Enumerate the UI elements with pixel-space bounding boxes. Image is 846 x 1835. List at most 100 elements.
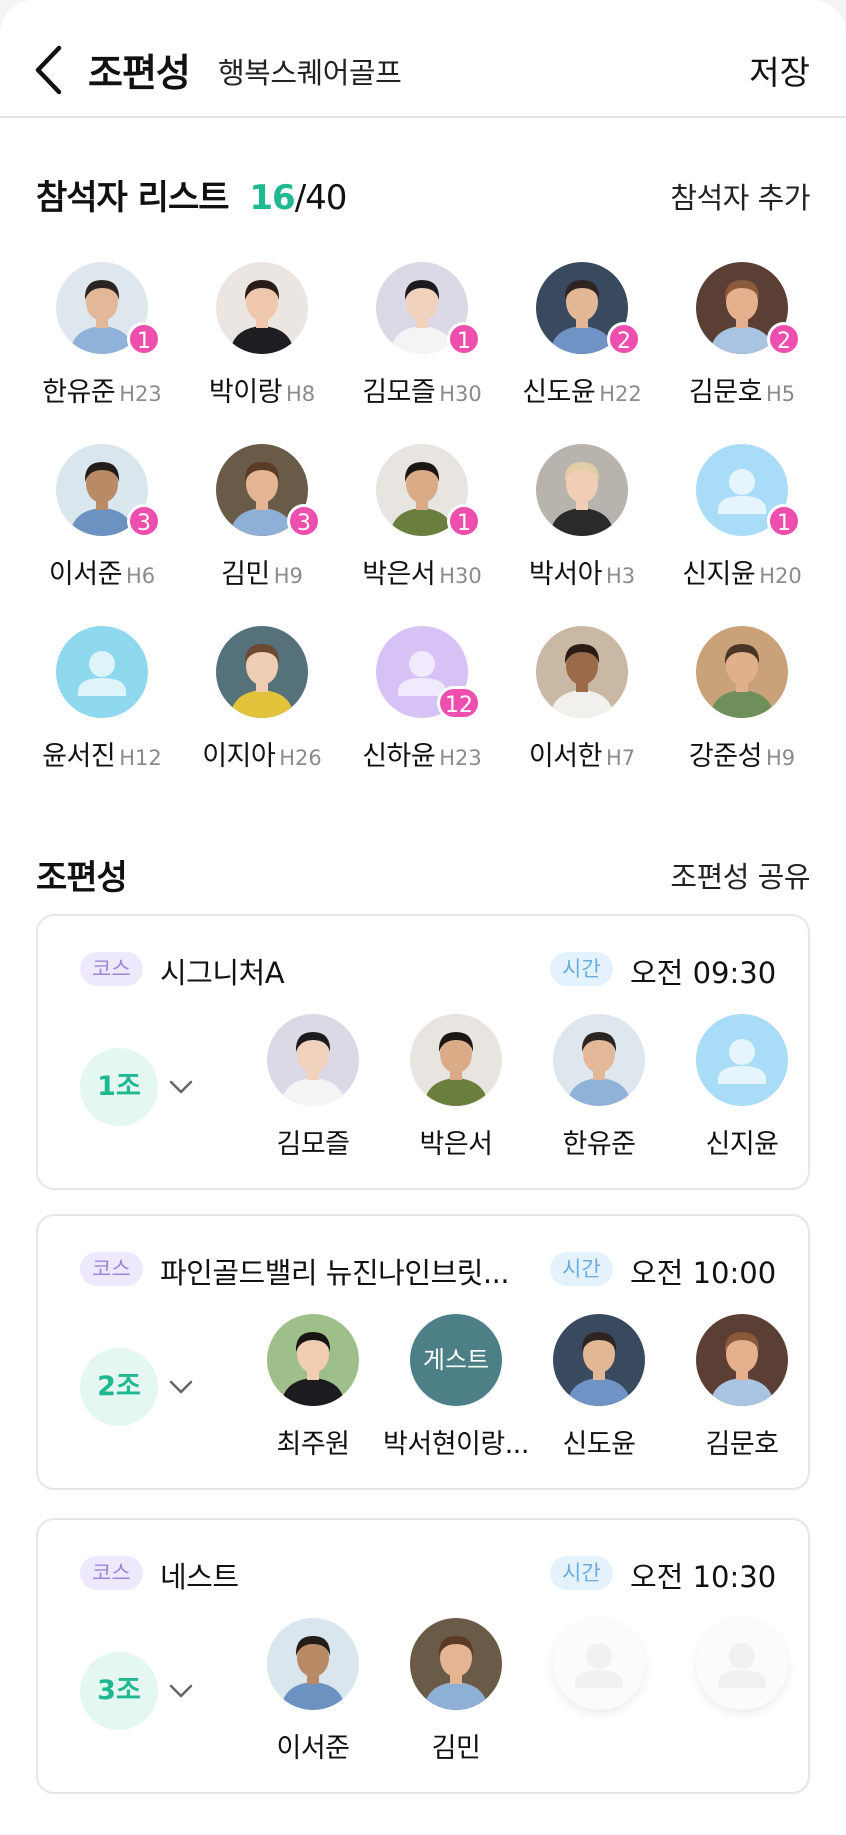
group-count-badge: 1 <box>767 504 801 538</box>
member-name: 신도윤 <box>562 1429 636 1460</box>
participant-item[interactable]: 박이랑 H8 <box>182 262 342 412</box>
time-tag: 시간 <box>550 1252 613 1286</box>
participant-list-title: 참석자 리스트 16/40 <box>36 170 348 219</box>
empty-slot[interactable] <box>553 1618 645 1710</box>
share-groups-button[interactable]: 조편성 공유 <box>670 854 810 896</box>
participant-label: 윤서진 H12 <box>22 734 182 773</box>
group-count-badge: 1 <box>447 322 481 356</box>
group-member[interactable]: 신지윤 <box>667 1014 817 1161</box>
participant-label: 신하윤 H23 <box>342 734 502 773</box>
group-member[interactable]: 김민 <box>381 1618 531 1765</box>
participant-name: 박은서 <box>362 559 436 590</box>
participant-item[interactable]: 1 김모즐 H30 <box>342 262 502 412</box>
default-avatar-icon <box>56 626 148 718</box>
participant-label: 강준성 H9 <box>662 734 822 773</box>
participant-item[interactable]: 이서한 H7 <box>502 626 662 776</box>
handicap-code: H8 <box>285 382 316 406</box>
participant-name: 신도윤 <box>522 377 596 408</box>
avatar <box>216 262 308 354</box>
course-name: 파인골드밸리 뉴진나인브릿... <box>160 1256 510 1290</box>
participant-name: 이서준 <box>48 559 123 590</box>
handicap-code: H12 <box>119 746 162 770</box>
handicap-code: H5 <box>765 382 796 406</box>
group-card: 코스 파인골드밸리 뉴진나인브릿... 시간 오전 10:00 2조 최주원 게스트 박서현… <box>36 1214 810 1490</box>
group-member[interactable]: 김문호 <box>667 1314 817 1461</box>
participant-item[interactable]: 강준성 H9 <box>662 626 822 776</box>
time-tag: 시간 <box>550 1556 613 1590</box>
participant-item[interactable]: 3 이서준 H6 <box>22 444 182 594</box>
handicap-code: H22 <box>599 382 642 406</box>
participant-name: 이지아 <box>202 741 276 772</box>
handicap-code: H9 <box>765 746 796 770</box>
handicap-code: H30 <box>439 382 482 406</box>
group-count-badge: 3 <box>127 504 161 538</box>
group-member[interactable]: 한유준 <box>524 1014 674 1161</box>
group-count-badge: 12 <box>437 686 481 720</box>
participant-item[interactable]: 12 신하윤 H23 <box>342 626 502 776</box>
participant-item[interactable]: 3 김민 H9 <box>182 444 342 594</box>
participant-name: 강준성 <box>688 741 763 772</box>
participant-label: 김문호 H5 <box>662 370 822 409</box>
avatar <box>536 444 628 536</box>
page-title: 조편성 <box>88 51 191 95</box>
group-member[interactable]: 게스트 박서현이랑... <box>381 1314 531 1461</box>
tee-time[interactable]: 오전 09:30 <box>630 950 776 992</box>
group-member[interactable]: 김모즐 <box>238 1014 388 1161</box>
empty-slot[interactable] <box>696 1618 788 1710</box>
chevron-down-icon[interactable] <box>166 1072 196 1102</box>
course-name: 시그니처A <box>160 956 285 990</box>
participant-name: 김민 <box>221 559 270 590</box>
member-name: 이서준 <box>276 1733 350 1764</box>
tee-time[interactable]: 오전 10:30 <box>630 1554 776 1596</box>
club-name: 행복스퀘어골프 <box>218 56 402 90</box>
handicap-code: H20 <box>759 564 802 588</box>
top-bar: 조편성 행복스퀘어골프 저장 <box>0 0 846 118</box>
group-card: 코스 시그니처A 시간 오전 09:30 1조 김모즐 박은서 한유준 신지윤 <box>36 914 810 1190</box>
group-member[interactable]: 이서준 <box>238 1618 388 1765</box>
save-button[interactable]: 저장 <box>749 46 810 94</box>
handicap-code: H3 <box>605 564 636 588</box>
participant-label: 박은서 H30 <box>342 552 502 591</box>
tee-time[interactable]: 오전 10:00 <box>630 1250 776 1292</box>
participant-item[interactable]: 이지아 H26 <box>182 626 342 776</box>
group-number[interactable]: 2조 <box>80 1348 158 1426</box>
participant-label: 이지아 H26 <box>182 734 342 773</box>
participant-label: 이서한 H7 <box>502 734 662 773</box>
participant-name: 이서한 <box>528 741 603 772</box>
participant-list-label: 참석자 리스트 <box>36 178 230 218</box>
group-number[interactable]: 1조 <box>80 1048 158 1126</box>
member-name: 신지윤 <box>705 1129 779 1160</box>
participant-label: 신도윤 H22 <box>502 370 662 409</box>
handicap-code: H23 <box>119 382 162 406</box>
member-name: 최주원 <box>276 1429 350 1460</box>
member-name: 박은서 <box>419 1129 493 1160</box>
group-count-badge: 1 <box>127 322 161 356</box>
group-card: 코스 네스트 시간 오전 10:30 3조 이서준 김민 <box>36 1518 810 1794</box>
participant-item[interactable]: 2 신도윤 H22 <box>502 262 662 412</box>
group-number[interactable]: 3조 <box>80 1652 158 1730</box>
back-button[interactable] <box>28 42 68 98</box>
group-member[interactable]: 신도윤 <box>524 1314 674 1461</box>
group-count-badge: 2 <box>607 322 641 356</box>
group-member[interactable]: 박은서 <box>381 1014 531 1161</box>
handicap-code: H23 <box>439 746 482 770</box>
participant-name: 신하윤 <box>362 741 436 772</box>
participant-item[interactable]: 1 박은서 H30 <box>342 444 502 594</box>
group-count-badge: 1 <box>447 504 481 538</box>
participant-name: 윤서진 <box>42 741 116 772</box>
avatar <box>696 626 788 718</box>
handicap-code: H26 <box>279 746 322 770</box>
avatar <box>696 1314 788 1406</box>
participant-item[interactable]: 박서아 H3 <box>502 444 662 594</box>
chevron-down-icon[interactable] <box>166 1372 196 1402</box>
add-participant-button[interactable]: 참석자 추가 <box>670 175 810 217</box>
participant-label: 박서아 H3 <box>502 552 662 591</box>
participant-count-total: /40 <box>294 178 348 218</box>
participant-item[interactable]: 1 신지윤 H20 <box>662 444 822 594</box>
participant-item[interactable]: 1 한유준 H23 <box>22 262 182 412</box>
group-member[interactable]: 최주원 <box>238 1314 388 1461</box>
chevron-down-icon[interactable] <box>166 1676 196 1706</box>
participant-item[interactable]: 윤서진 H12 <box>22 626 182 776</box>
participant-item[interactable]: 2 김문호 H5 <box>662 262 822 412</box>
avatar <box>410 1014 502 1106</box>
